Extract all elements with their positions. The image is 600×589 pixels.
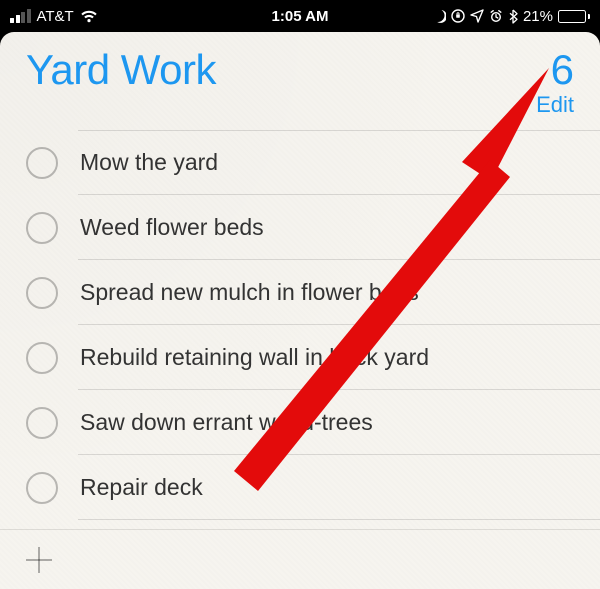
completion-circle[interactable]	[26, 277, 58, 309]
add-bar	[0, 529, 600, 589]
completion-circle[interactable]	[26, 472, 58, 504]
list-count: 6	[551, 46, 574, 94]
status-bar: AT&T 1:05 AM 21%	[0, 0, 600, 32]
reminder-row[interactable]: Saw down errant weed-trees	[0, 390, 600, 455]
reminder-row[interactable]: Rebuild retaining wall in back yard	[0, 325, 600, 390]
battery-pct-label: 21%	[523, 8, 553, 25]
battery-icon	[558, 10, 590, 23]
status-time: 1:05 AM	[272, 8, 329, 25]
reminder-title: Spread new mulch in flower beds	[80, 279, 419, 306]
add-reminder-button[interactable]	[24, 545, 54, 575]
card-header: Yard Work 6 Edit	[0, 32, 600, 122]
reminder-row[interactable]: Repair deck	[0, 455, 600, 520]
reminder-title: Saw down errant weed-trees	[80, 409, 373, 436]
bluetooth-icon	[508, 9, 518, 24]
reminder-title: Mow the yard	[80, 149, 218, 176]
completion-circle[interactable]	[26, 342, 58, 374]
completion-circle[interactable]	[26, 147, 58, 179]
moon-icon	[432, 9, 446, 23]
status-right: 21%	[328, 8, 590, 25]
reminder-row[interactable]: Weed flower beds	[0, 195, 600, 260]
list-title: Yard Work	[26, 46, 216, 94]
edit-button[interactable]: Edit	[536, 92, 574, 118]
reminder-row[interactable]: Mow the yard	[0, 130, 600, 195]
reminder-list: Mow the yard Weed flower beds Spread new m…	[0, 122, 600, 520]
reminder-title: Weed flower beds	[80, 214, 264, 241]
cell-signal-icon	[10, 9, 31, 23]
completion-circle[interactable]	[26, 212, 58, 244]
reminder-row[interactable]: Spread new mulch in flower beds	[0, 260, 600, 325]
status-left: AT&T	[10, 8, 272, 25]
wifi-icon	[80, 9, 98, 23]
completion-circle[interactable]	[26, 407, 58, 439]
location-icon	[470, 9, 484, 23]
rotation-lock-icon	[451, 9, 465, 23]
carrier-label: AT&T	[37, 8, 74, 25]
reminder-title: Rebuild retaining wall in back yard	[80, 344, 429, 371]
alarm-icon	[489, 9, 503, 23]
reminder-title: Repair deck	[80, 474, 203, 501]
reminders-card: Yard Work 6 Edit Mow the yard Weed flower…	[0, 32, 600, 589]
